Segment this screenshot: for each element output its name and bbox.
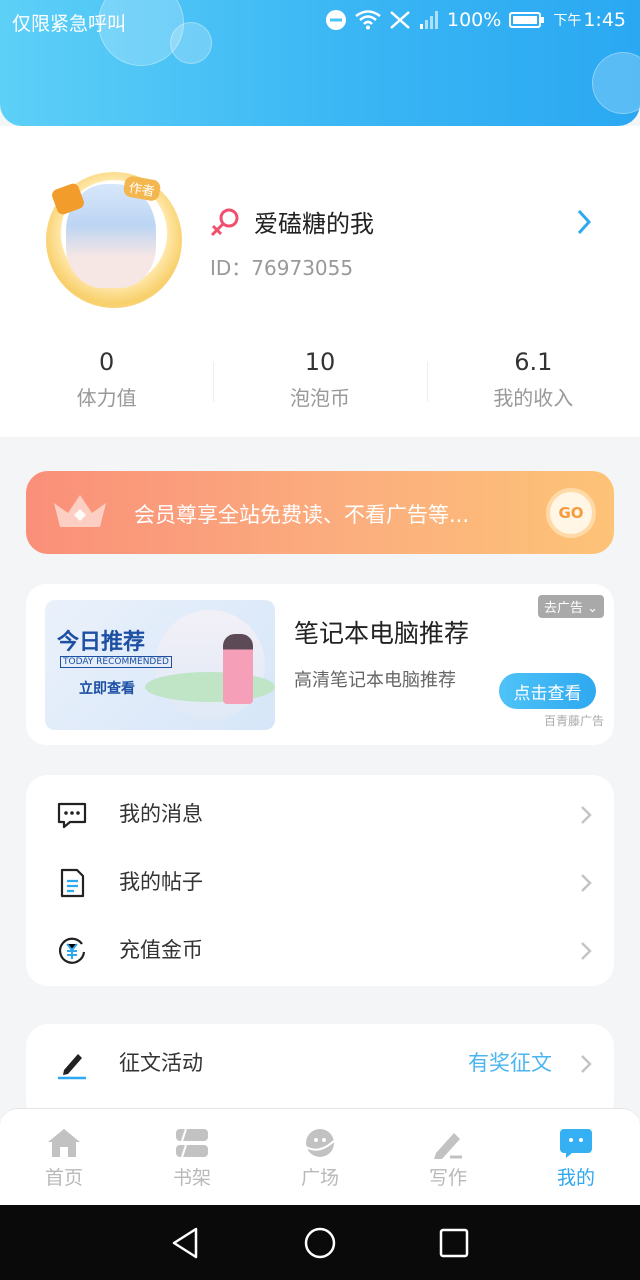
tab-label: 我的 (556, 1167, 595, 1189)
profile-chevron-right-icon[interactable] (576, 208, 592, 236)
chevron-right-icon (581, 874, 592, 892)
ad-image-button: 立即查看 (79, 681, 135, 697)
pen-icon (434, 1133, 462, 1159)
username-row[interactable]: 爱磕糖的我 (208, 204, 374, 239)
clock: 1:45 (583, 9, 626, 31)
menu-card: 我的消息 我的帖子 充值金币 (26, 775, 614, 986)
planet-icon (305, 1129, 337, 1157)
crown-icon (54, 495, 106, 527)
menu-item-posts[interactable]: 我的帖子 (26, 847, 614, 915)
stat-value: 0 (99, 348, 115, 376)
pen-icon (58, 1054, 86, 1080)
vip-go-button[interactable]: GO (546, 488, 596, 538)
ad-description: 高清笔记本电脑推荐 (294, 670, 456, 691)
menu-item-label: 我的帖子 (119, 870, 203, 894)
ad-image[interactable]: 今日推荐 TODAY RECOMMENDED 立即查看 (45, 600, 275, 730)
ad-cta-button[interactable]: 点击查看 (499, 673, 596, 709)
ampm-text: 下午 (553, 13, 582, 29)
stat-stamina[interactable]: 0 体力值 (0, 348, 213, 411)
stat-label: 我的收入 (493, 386, 574, 410)
signal-icon (420, 11, 438, 29)
system-nav-bar (0, 1205, 640, 1280)
do-not-disturb-icon (326, 10, 346, 30)
ad-title: 笔记本电脑推荐 (294, 619, 470, 648)
vip-text: 会员尊享全站免费读、不看广告等... (134, 503, 470, 527)
vip-banner[interactable]: 会员尊享全站免费读、不看广告等... GO (26, 471, 614, 554)
stat-value: 10 (304, 348, 336, 376)
tab-mine[interactable]: 我的 (512, 1109, 640, 1205)
profile-bubble-icon (560, 1129, 592, 1158)
contest-extra-link[interactable]: 有奖征文 (468, 1047, 552, 1077)
menu-item-messages[interactable]: 我的消息 (26, 779, 614, 847)
status-bar: 仅限紧急呼叫 100% 下午 1:45 (0, 0, 640, 44)
recents-icon[interactable] (438, 1227, 470, 1259)
tab-label: 广场 (300, 1167, 339, 1189)
home-icon (48, 1129, 80, 1157)
stat-label: 体力值 (76, 386, 137, 410)
tab-write[interactable]: 写作 (384, 1109, 512, 1205)
battery-icon (509, 12, 545, 28)
tab-label: 写作 (428, 1167, 467, 1189)
chevron-right-icon (581, 806, 592, 824)
menu-item-label: 征文活动 (119, 1051, 203, 1075)
ad-card[interactable]: 今日推荐 TODAY RECOMMENDED 立即查看 笔记本电脑推荐 高清笔记… (26, 584, 614, 745)
chevron-right-icon (581, 942, 592, 960)
battery-percent: 100% (447, 9, 502, 31)
bookshelf-icon (176, 1128, 208, 1158)
menu-item-label: 充值金币 (119, 938, 203, 962)
username: 爱磕糖的我 (254, 210, 374, 238)
wifi-icon (355, 10, 381, 30)
tab-label: 书架 (172, 1167, 211, 1189)
avatar[interactable]: 作者 (40, 166, 190, 316)
tab-home[interactable]: 首页 (0, 1109, 128, 1205)
female-icon (210, 208, 239, 236)
document-icon (60, 868, 85, 898)
stat-income[interactable]: 6.1 我的收入 (426, 348, 640, 411)
no-signal-icon (390, 11, 410, 29)
stat-bubble-coins[interactable]: 10 泡泡币 (213, 348, 426, 411)
profile-card: 作者 爱磕糖的我 ID：76973055 0 体力值 10 泡泡币 6.1 我的… (0, 126, 640, 437)
user-id: ID：76973055 (210, 256, 354, 280)
ad-image-subtitle: TODAY RECOMMENDED (60, 656, 172, 668)
menu-item-contest[interactable]: 征文活动 有奖征文 (26, 1028, 614, 1096)
stat-value: 6.1 (514, 348, 553, 376)
chat-icon (57, 802, 87, 829)
back-icon[interactable] (170, 1226, 202, 1260)
remove-ad-button[interactable]: 去广告 ⌄ (537, 595, 604, 618)
bottom-tab-bar: 首页 书架 广场 写作 我的 (0, 1108, 640, 1205)
tab-bookshelf[interactable]: 书架 (128, 1109, 256, 1205)
stats-row: 0 体力值 10 泡泡币 6.1 我的收入 (0, 348, 640, 411)
stat-label: 泡泡币 (289, 386, 350, 410)
ad-image-title: 今日推荐 (57, 630, 146, 655)
coin-icon (58, 937, 86, 964)
home-circle-icon[interactable] (303, 1226, 337, 1260)
chevron-right-icon (581, 1055, 592, 1073)
tab-square[interactable]: 广场 (256, 1109, 384, 1205)
menu-item-recharge[interactable]: 充值金币 (26, 915, 614, 983)
tab-label: 首页 (44, 1167, 83, 1189)
remove-ad-label: 去广告 (543, 601, 583, 616)
ad-source: 百青藤广告 (543, 714, 604, 728)
carrier-text: 仅限紧急呼叫 (12, 13, 127, 35)
menu-item-label: 我的消息 (119, 802, 203, 826)
